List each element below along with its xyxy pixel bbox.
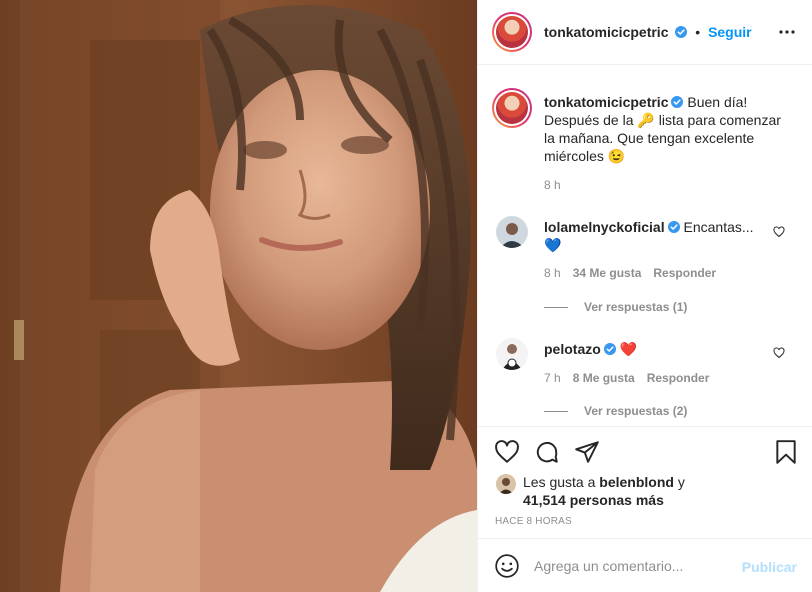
caption-time[interactable]: 8 h <box>544 178 561 192</box>
caption-smiley: 😉 <box>607 148 626 164</box>
likes-count[interactable]: 41,514 personas más <box>523 492 664 508</box>
heart-outline-icon[interactable] <box>494 439 520 465</box>
comment-emoji: ❤️ <box>619 341 638 357</box>
comment-time[interactable]: 7 h <box>544 371 561 385</box>
likes-prefix: Les gusta a <box>523 474 600 490</box>
comment-meta: 8 h 34 Me gusta Responder <box>544 266 716 280</box>
bookmark-icon[interactable] <box>773 439 799 465</box>
verified-badge-icon <box>675 26 688 38</box>
comment-username[interactable]: pelotazo <box>544 341 601 357</box>
comment-like-heart-icon[interactable] <box>773 347 785 359</box>
post-photo[interactable] <box>0 0 477 592</box>
post-timestamp[interactable]: HACE 8 HORAS <box>495 516 572 527</box>
comment-time[interactable]: 8 h <box>544 266 561 280</box>
liker-avatar[interactable] <box>496 474 516 494</box>
author-username[interactable]: tonkatomicicpetric <box>544 24 668 40</box>
comment-likes[interactable]: 34 Me gusta <box>573 266 642 280</box>
comment-composer: Publicar <box>478 538 812 592</box>
view-replies-button[interactable]: Ver respuestas (2) <box>544 404 687 418</box>
comment-avatar[interactable] <box>496 338 528 370</box>
more-options-icon[interactable] <box>777 22 797 42</box>
liker-username[interactable]: belenblond <box>599 474 674 490</box>
author-avatar[interactable] <box>492 12 532 52</box>
separator-dot: • <box>695 24 701 40</box>
replies-divider <box>544 307 568 309</box>
likes-summary: Les gusta a belenblond y 41,514 personas… <box>523 473 685 509</box>
likes-joiner: y <box>673 474 685 490</box>
verified-badge-icon <box>603 343 616 355</box>
comment-body: pelotazo ❤️ <box>544 340 754 358</box>
comment-emoji: 💙 <box>544 237 562 253</box>
emoji-smile-icon[interactable] <box>494 553 520 579</box>
post-actions: Les gusta a belenblond y 41,514 personas… <box>478 426 812 546</box>
caption-author-avatar[interactable] <box>492 88 532 128</box>
verified-badge-icon <box>667 221 680 233</box>
view-replies-button[interactable]: Ver respuestas (1) <box>544 300 687 314</box>
reply-button[interactable]: Responder <box>647 371 710 385</box>
comment-bubble-icon[interactable] <box>534 439 560 465</box>
replies-divider <box>544 411 568 413</box>
comments-list[interactable]: tonkatomicicpetric Buen día! Después de … <box>478 66 812 426</box>
comment-text: Encantas... <box>683 219 754 235</box>
post-sidebar: tonkatomicicpetric • Seguir tonkatomicic… <box>477 0 812 592</box>
caption-emoji: 🔑 <box>637 112 655 128</box>
post-caption: tonkatomicicpetric Buen día! Después de … <box>544 93 794 165</box>
view-replies-label: Ver respuestas (1) <box>584 300 688 314</box>
comment-input[interactable] <box>534 555 734 577</box>
comment-meta: 7 h 8 Me gusta Responder <box>544 371 709 385</box>
view-replies-label: Ver respuestas (2) <box>584 404 688 418</box>
verified-badge-icon <box>671 96 684 108</box>
follow-button[interactable]: Seguir <box>708 24 752 40</box>
paper-plane-icon[interactable] <box>574 439 600 465</box>
comment-avatar[interactable] <box>496 216 528 248</box>
comment-likes[interactable]: 8 Me gusta <box>573 371 635 385</box>
comment-body: lolamelnyckoficial Encantas... 💙 <box>544 218 754 254</box>
reply-button[interactable]: Responder <box>653 266 716 280</box>
selfie-image <box>0 0 477 592</box>
comment-username[interactable]: lolamelnyckoficial <box>544 219 665 235</box>
comment-like-heart-icon[interactable] <box>773 226 785 238</box>
post-header: tonkatomicicpetric • Seguir <box>478 0 812 65</box>
caption-author-username[interactable]: tonkatomicicpetric <box>544 94 668 110</box>
publish-button[interactable]: Publicar <box>742 559 797 575</box>
